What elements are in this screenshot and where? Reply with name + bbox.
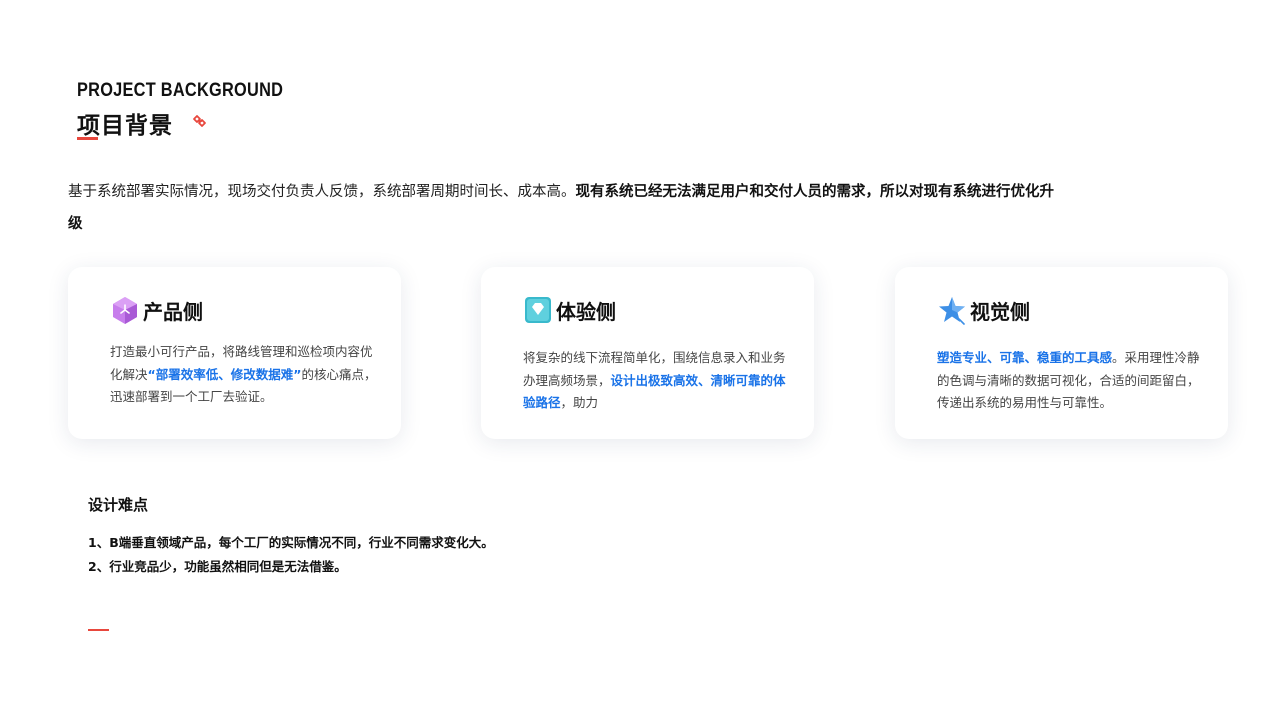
- list-item: 2、行业竞品少，功能虽然相同但是无法借鉴。: [88, 559, 347, 574]
- red-link-icon: [193, 115, 206, 127]
- card-title: 视觉侧: [970, 300, 1030, 324]
- card-product: 产品侧 打造最小可行产品，将路线管理和巡检项内容优化解决“部署效率低、修改数据难…: [68, 267, 401, 439]
- card-experience: 体验侧 将复杂的线下流程简单化，围绕信息录入和业务办理高频场景，设计出极致高效、…: [481, 267, 814, 439]
- difficulties-title: 设计难点: [88, 496, 149, 514]
- teal-diamond-icon: [525, 297, 551, 323]
- difficulties-list: 1、B端垂直领域产品，每个工厂的实际情况不同，行业不同需求变化大。 2、行业竞品…: [88, 531, 494, 579]
- section-title: 项目背景: [77, 113, 173, 139]
- list-item: 1、B端垂直领域产品，每个工厂的实际情况不同，行业不同需求变化大。: [88, 535, 494, 550]
- intro-text: 基于系统部署实际情况，现场交付负责人反馈，系统部署周期时间长、成本高。: [68, 184, 576, 200]
- card-description: 打造最小可行产品，将路线管理和巡检项内容优化解决“部署效率低、修改数据难”的核心…: [110, 341, 382, 409]
- bottom-divider: [88, 629, 109, 631]
- card-title: 产品侧: [143, 300, 203, 324]
- card-highlight: 塑造专业、可靠、稳重的工具感: [937, 350, 1113, 365]
- blue-star-icon: [939, 297, 965, 325]
- card-highlight: “部署效率低、修改数据难”: [147, 366, 302, 382]
- intro-paragraph: 基于系统部署实际情况，现场交付负责人反馈，系统部署周期时间长、成本高。现有系统已…: [68, 176, 1068, 240]
- card-description: 将复杂的线下流程简单化，围绕信息录入和业务办理高频场景，设计出极致高效、清晰可靠…: [523, 347, 795, 415]
- purple-cube-icon: [113, 297, 137, 324]
- card-title: 体验侧: [556, 300, 616, 324]
- card-description: 塑造专业、可靠、稳重的工具感。采用理性冷静的色调与清晰的数据可视化，合适的间距留…: [937, 347, 1209, 415]
- section-title-en: PROJECT BACKGROUND: [77, 80, 284, 101]
- card-text: ，助力: [560, 395, 599, 410]
- card-visual: 视觉侧 塑造专业、可靠、稳重的工具感。采用理性冷静的色调与清晰的数据可视化，合适…: [895, 267, 1228, 439]
- title-underline: [77, 137, 98, 140]
